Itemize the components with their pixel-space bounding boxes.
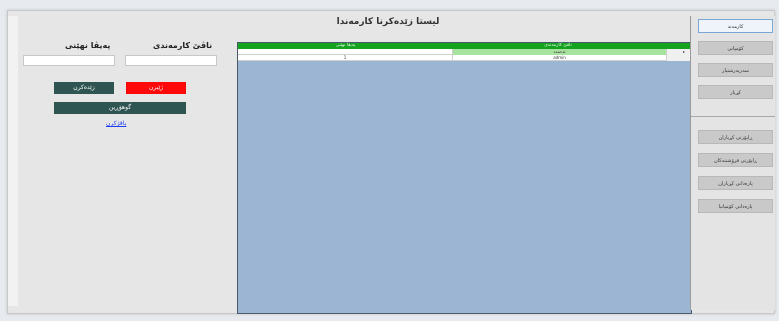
update-button[interactable]: گوهۆڕین <box>54 102 186 114</box>
name-cell: admin <box>553 55 566 60</box>
sidebar-item-employees[interactable]: کارمەند <box>698 19 773 33</box>
password-field[interactable] <box>23 55 115 66</box>
page-title: لیستا زێدەکرنا کارمەندا <box>336 17 440 27</box>
sidebar-item-customer-payments[interactable]: پارەدانی کڕیاران <box>698 176 773 190</box>
employee-name-label: ناڤێ کارمەندی <box>153 41 213 50</box>
sidebar-item-customers[interactable]: کڕیار <box>698 85 773 99</box>
left-edge-panel <box>8 16 18 306</box>
sidebar-item-sales-report[interactable]: ڕاپۆرتی فرۆشتنەکان <box>698 153 773 167</box>
clear-link[interactable]: پاقژکرن <box>106 120 126 127</box>
sidebar-item-supervisor[interactable]: سەرپەرشتیار <box>698 63 773 77</box>
sidebar-menu: کارمەند کۆمپانی سەرپەرشتیار کڕیار ڕاپۆرت… <box>690 16 775 310</box>
table-row[interactable]: 1 admin <box>238 55 691 61</box>
app-window: لیستا زێدەکرنا کارمەندا ناڤێ کارمەندی پە… <box>7 10 775 314</box>
sidebar-divider <box>691 116 775 117</box>
row-selector[interactable] <box>666 55 691 61</box>
sidebar-item-customer-report[interactable]: ڕاپۆرتی کڕیاران <box>698 130 773 144</box>
sidebar-item-company[interactable]: کۆمپانی <box>698 41 773 55</box>
delete-button[interactable]: ژێبرن <box>126 82 186 94</box>
password-label: پەیڤا نهێنی <box>65 41 111 50</box>
password-cell: 1 <box>238 55 453 61</box>
add-button[interactable]: زێدەکرن <box>54 82 114 94</box>
sidebar-item-company-payments[interactable]: پارەدانی کۆمپانیا <box>698 199 773 213</box>
employee-table: ناڤێ کارمەندی پەیڤا نهێنی ئەحمەد ▸ 1 adm… <box>237 42 692 314</box>
employee-name-field[interactable] <box>125 55 217 66</box>
